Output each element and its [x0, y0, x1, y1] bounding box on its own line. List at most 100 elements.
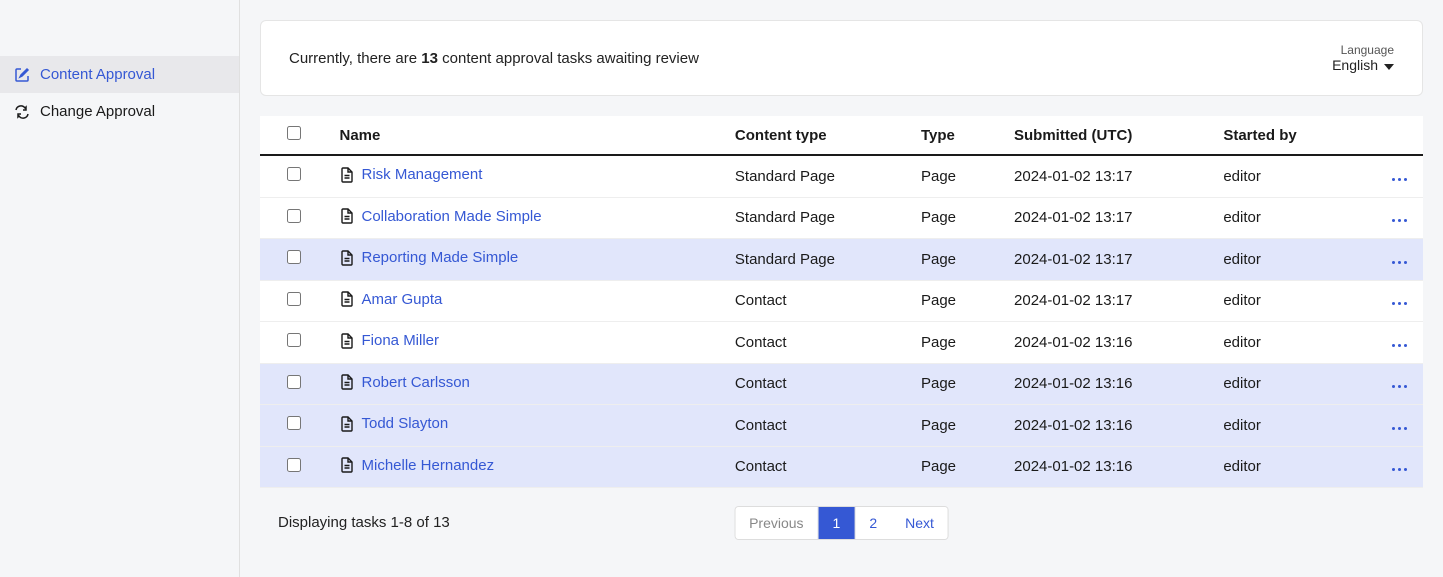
sidebar-item-label: Content Approval	[40, 66, 155, 83]
row-checkbox[interactable]	[287, 333, 301, 347]
task-name-link[interactable]: Michelle Hernandez	[362, 457, 495, 474]
task-name-link[interactable]: Reporting Made Simple	[362, 249, 519, 266]
row-actions-button[interactable]	[1388, 174, 1411, 185]
file-icon	[340, 250, 354, 266]
pagination-page[interactable]: 2	[855, 507, 891, 539]
cell-started-by: editor	[1211, 239, 1351, 281]
header-type: Type	[909, 116, 1002, 155]
cell-type: Page	[909, 322, 1002, 364]
cell-type: Page	[909, 197, 1002, 239]
cell-started-by: editor	[1211, 405, 1351, 447]
header-content-type: Content type	[723, 116, 909, 155]
cell-content-type: Contact	[723, 363, 909, 405]
task-name-link[interactable]: Todd Slayton	[362, 415, 449, 432]
row-actions-button[interactable]	[1388, 257, 1411, 268]
header-submitted: Submitted (UTC)	[1002, 116, 1211, 155]
cell-type: Page	[909, 239, 1002, 281]
cell-submitted: 2024-01-02 13:17	[1002, 155, 1211, 197]
select-all-checkbox[interactable]	[287, 126, 301, 140]
task-name-link[interactable]: Risk Management	[362, 166, 483, 183]
sidebar-item-content-approval[interactable]: Content Approval	[0, 56, 239, 93]
language-selector: Language English	[1332, 43, 1394, 73]
row-checkbox[interactable]	[287, 209, 301, 223]
cell-content-type: Standard Page	[723, 197, 909, 239]
row-actions-button[interactable]	[1388, 423, 1411, 434]
edit-square-icon	[14, 67, 30, 83]
table-row: Risk Management Standard PagePage2024-01-…	[260, 155, 1423, 197]
file-icon	[340, 208, 354, 224]
table-header-row: Name Content type Type Submitted (UTC) S…	[260, 116, 1423, 155]
pagination: Previous 12 Next	[734, 506, 949, 540]
row-checkbox[interactable]	[287, 458, 301, 472]
cell-submitted: 2024-01-02 13:16	[1002, 446, 1211, 488]
cell-submitted: 2024-01-02 13:16	[1002, 405, 1211, 447]
caret-down-icon	[1384, 57, 1394, 73]
display-count: Displaying tasks 1-8 of 13	[260, 514, 450, 531]
cell-submitted: 2024-01-02 13:16	[1002, 322, 1211, 364]
status-prefix: Currently, there are	[289, 50, 421, 67]
row-checkbox[interactable]	[287, 375, 301, 389]
sidebar: Content Approval Change Approval	[0, 0, 240, 577]
cell-submitted: 2024-01-02 13:17	[1002, 239, 1211, 281]
task-name-link[interactable]: Robert Carlsson	[362, 374, 470, 391]
tasks-table: Name Content type Type Submitted (UTC) S…	[260, 116, 1423, 488]
sidebar-item-change-approval[interactable]: Change Approval	[0, 93, 239, 130]
cell-started-by: editor	[1211, 446, 1351, 488]
status-text: Currently, there are 13 content approval…	[289, 50, 699, 67]
pagination-prev[interactable]: Previous	[735, 507, 818, 539]
row-checkbox[interactable]	[287, 416, 301, 430]
table-row: Collaboration Made Simple Standard PagePa…	[260, 197, 1423, 239]
row-checkbox[interactable]	[287, 292, 301, 306]
cell-content-type: Contact	[723, 446, 909, 488]
table-row: Fiona MillerContactPage2024-01-02 13:16e…	[260, 322, 1423, 364]
cell-submitted: 2024-01-02 13:17	[1002, 280, 1211, 322]
cell-started-by: editor	[1211, 197, 1351, 239]
task-name-link[interactable]: Collaboration Made Simple	[362, 208, 542, 225]
file-icon	[340, 457, 354, 473]
cell-content-type: Contact	[723, 322, 909, 364]
cell-submitted: 2024-01-02 13:16	[1002, 363, 1211, 405]
file-icon	[340, 167, 354, 183]
file-icon	[340, 374, 354, 390]
cell-content-type: Standard Page	[723, 155, 909, 197]
row-actions-button[interactable]	[1388, 340, 1411, 351]
language-value: English	[1332, 57, 1378, 73]
cell-content-type: Contact	[723, 280, 909, 322]
table-body: Risk ManagementStandard PagePage2024-01-…	[260, 155, 1423, 488]
cell-started-by: editor	[1211, 280, 1351, 322]
cell-type: Page	[909, 405, 1002, 447]
table-row: Todd Slayton ContactPage2024-01-02 13:16e…	[260, 405, 1423, 447]
file-icon	[340, 416, 354, 432]
language-dropdown[interactable]: English	[1332, 57, 1394, 73]
cell-type: Page	[909, 155, 1002, 197]
table-row: Reporting Made Simple Standard PagePage20…	[260, 239, 1423, 281]
row-actions-button[interactable]	[1388, 215, 1411, 226]
sync-icon	[14, 104, 30, 120]
row-actions-button[interactable]	[1388, 464, 1411, 475]
pagination-page[interactable]: 1	[819, 507, 856, 539]
status-suffix: content approval tasks awaiting review	[438, 50, 699, 67]
status-card: Currently, there are 13 content approval…	[260, 20, 1423, 96]
header-started-by: Started by	[1211, 116, 1351, 155]
status-count: 13	[421, 50, 438, 67]
task-name-link[interactable]: Fiona Miller	[362, 332, 440, 349]
row-checkbox[interactable]	[287, 250, 301, 264]
cell-type: Page	[909, 363, 1002, 405]
pagination-next[interactable]: Next	[891, 507, 948, 539]
task-name-link[interactable]: Amar Gupta	[362, 291, 443, 308]
cell-started-by: editor	[1211, 155, 1351, 197]
table-footer: Displaying tasks 1-8 of 13 Previous 12 N…	[260, 514, 1423, 531]
row-actions-button[interactable]	[1388, 381, 1411, 392]
header-checkbox-cell	[260, 116, 328, 155]
row-actions-button[interactable]	[1388, 298, 1411, 309]
sidebar-item-label: Change Approval	[40, 103, 155, 120]
cell-type: Page	[909, 280, 1002, 322]
table-row: Amar Gupta ContactPage2024-01-02 13:17edi…	[260, 280, 1423, 322]
cell-content-type: Contact	[723, 405, 909, 447]
cell-content-type: Standard Page	[723, 239, 909, 281]
file-icon	[340, 333, 354, 349]
table-row: Robert Carlsson ContactPage2024-01-02 13:…	[260, 363, 1423, 405]
cell-submitted: 2024-01-02 13:17	[1002, 197, 1211, 239]
row-checkbox[interactable]	[287, 167, 301, 181]
table-row: Michelle HernandezContactPage2024-01-02 …	[260, 446, 1423, 488]
